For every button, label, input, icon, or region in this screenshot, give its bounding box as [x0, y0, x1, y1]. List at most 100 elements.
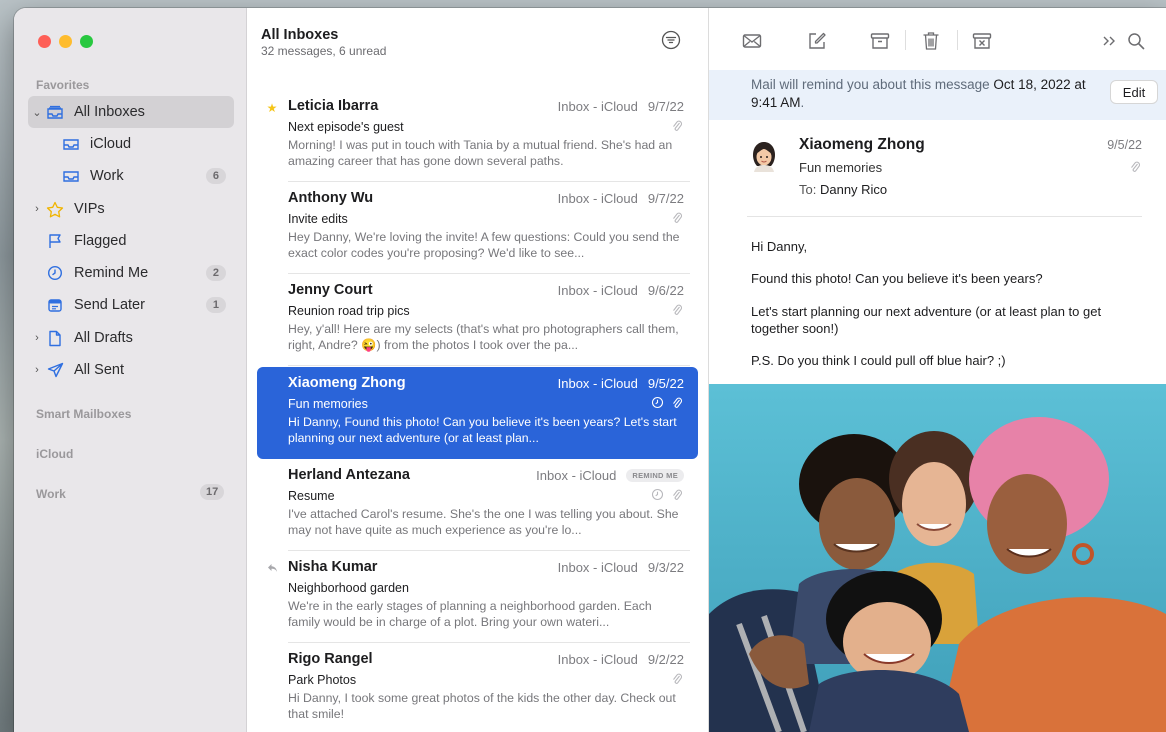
chevron-right-icon[interactable]: › — [30, 332, 44, 344]
icloud-section-title[interactable]: iCloud — [36, 447, 73, 461]
message-subject: Invite edits — [288, 212, 348, 226]
attached-photo[interactable] — [709, 384, 1166, 732]
count-badge: 2 — [205, 265, 226, 281]
message-indicators — [651, 396, 682, 409]
paper-plane-icon — [44, 361, 66, 379]
message-indicators — [672, 672, 682, 685]
clock-icon — [44, 264, 66, 282]
sidebar-item-label: All Drafts — [74, 330, 133, 346]
message-preview: Hi Danny, Found this photo! Can you beli… — [288, 415, 677, 445]
paperclip-icon — [1131, 161, 1141, 172]
banner-prefix: Mail will remind you about this message — [751, 77, 994, 92]
message-meta: Inbox - iCloud REMIND ME — [536, 468, 684, 483]
clock-icon — [651, 396, 664, 409]
delete-button[interactable] — [918, 28, 944, 54]
mail-window: Favorites ⌄ All Inboxes iCloud Work 6 › — [14, 8, 1166, 732]
chevron-right-icon[interactable]: › — [30, 364, 44, 376]
sidebar-item-all-inboxes[interactable]: ⌄ All Inboxes — [28, 96, 234, 128]
get-mail-button[interactable] — [739, 28, 765, 54]
message-mailbox: Inbox - iCloud — [557, 283, 638, 298]
message-meta: Inbox - iCloud 9/6/22 — [558, 283, 684, 298]
message-indicators — [651, 488, 682, 501]
message-sender: Anthony Wu — [288, 190, 374, 206]
to-label: To: — [799, 182, 817, 197]
message-date: 9/7/22 — [647, 191, 684, 206]
message-date: 9/2/22 — [647, 652, 684, 667]
chevron-right-icon[interactable]: › — [30, 203, 44, 215]
filter-button[interactable] — [660, 29, 682, 51]
sidebar-item-all-drafts[interactable]: › All Drafts — [28, 322, 234, 354]
sidebar-item-label: Flagged — [74, 233, 127, 249]
email-body-line: Hi Danny, — [751, 239, 808, 254]
clock-icon — [651, 488, 664, 501]
archive-icon — [870, 33, 890, 49]
archive-button[interactable] — [867, 28, 893, 54]
sidebar-item-label: Work — [90, 168, 124, 184]
sidebar-item-label: iCloud — [90, 136, 132, 152]
message-row-selected[interactable]: Xiaomeng Zhong Inbox - iCloud 9/5/22 Fun … — [257, 367, 698, 459]
smart-mailboxes-section-title[interactable]: Smart Mailboxes — [36, 407, 131, 421]
paperclip-icon — [673, 397, 682, 408]
compose-icon — [809, 32, 826, 49]
junk-button[interactable] — [969, 28, 995, 54]
message-meta: Inbox - iCloud 9/7/22 — [558, 99, 684, 114]
search-icon — [1128, 33, 1145, 50]
message-row[interactable]: Nisha Kumar Inbox - iCloud 9/3/22 Neighbo… — [257, 551, 698, 643]
message-row[interactable]: ★ Leticia Ibarra Inbox - iCloud 9/7/22 Ne… — [257, 90, 698, 182]
search-button[interactable] — [1123, 28, 1149, 54]
list-header: All Inboxes 32 messages, 6 unread — [261, 27, 386, 58]
sidebar-item-all-sent[interactable]: › All Sent — [28, 354, 234, 386]
remind-me-tag: REMIND ME — [626, 469, 684, 482]
message-preview: Morning! I was put in touch with Tania b… — [288, 138, 673, 168]
work-unread-badge: 17 — [200, 484, 225, 500]
message-mailbox: Inbox - iCloud — [557, 560, 638, 575]
message-subject: Next episode's guest — [288, 120, 404, 134]
email-date: 9/5/22 — [1107, 138, 1142, 152]
remind-banner-text: Mail will remind you about this message … — [751, 76, 1101, 112]
minimize-window-button[interactable] — [59, 35, 72, 48]
sidebar-item-remind-me[interactable]: Remind Me 2 — [28, 257, 234, 289]
more-toolbar-button[interactable] — [1096, 28, 1122, 54]
sidebar: Favorites ⌄ All Inboxes iCloud Work 6 › — [14, 8, 247, 732]
close-window-button[interactable] — [38, 35, 51, 48]
zoom-window-button[interactable] — [80, 35, 93, 48]
sidebar-item-vips[interactable]: › VIPs — [28, 193, 234, 225]
message-sender: Leticia Ibarra — [288, 98, 379, 114]
recipient-name[interactable]: Danny Rico — [820, 182, 887, 197]
sidebar-item-icloud[interactable]: iCloud — [28, 128, 234, 160]
edit-reminder-button[interactable]: Edit — [1110, 80, 1158, 104]
inbox-icon — [60, 135, 82, 153]
message-mailbox: Inbox - iCloud — [557, 376, 638, 391]
chevron-down-icon[interactable]: ⌄ — [30, 106, 44, 119]
message-preview: Hey, y'all! Here are my selects (that's … — [288, 322, 679, 352]
email-subject: Fun memories — [799, 160, 883, 175]
message-row[interactable]: Anthony Wu Inbox - iCloud 9/7/22 Invite e… — [257, 182, 698, 274]
paperclip-icon — [673, 304, 682, 315]
star-icon — [44, 200, 66, 218]
work-section-title[interactable]: Work — [36, 487, 66, 501]
message-date: 9/5/22 — [647, 376, 684, 391]
sidebar-item-send-later[interactable]: Send Later 1 — [28, 289, 234, 321]
junk-icon — [972, 33, 992, 49]
document-icon — [44, 329, 66, 347]
message-mailbox: Inbox - iCloud — [557, 99, 638, 114]
favorites-section-title[interactable]: Favorites — [36, 78, 89, 92]
message-row[interactable]: Herland Antezana Inbox - iCloud REMIND ME… — [257, 459, 698, 551]
message-meta: Inbox - iCloud 9/3/22 — [558, 560, 684, 575]
message-sender: Rigo Rangel — [288, 651, 373, 667]
message-indicators — [672, 303, 682, 316]
message-list: All Inboxes 32 messages, 6 unread ★ Leti… — [247, 8, 709, 732]
message-row[interactable]: Jenny Court Inbox - iCloud 9/6/22 Reunion… — [257, 274, 698, 366]
sidebar-item-work[interactable]: Work 6 — [28, 160, 234, 192]
message-row[interactable]: Rigo Rangel Inbox - iCloud 9/2/22 Park Ph… — [257, 643, 698, 732]
message-meta: Inbox - iCloud 9/5/22 — [558, 376, 684, 391]
compose-button[interactable] — [804, 28, 830, 54]
sidebar-item-flagged[interactable]: Flagged — [28, 225, 234, 257]
message-subject: Resume — [288, 489, 335, 503]
inbox-icon — [60, 167, 82, 185]
message-sender: Xiaomeng Zhong — [288, 375, 406, 391]
group-selfie-image — [709, 384, 1166, 732]
sidebar-item-label: All Inboxes — [74, 104, 145, 120]
paperclip-icon — [673, 489, 682, 500]
count-badge: 1 — [205, 297, 226, 313]
